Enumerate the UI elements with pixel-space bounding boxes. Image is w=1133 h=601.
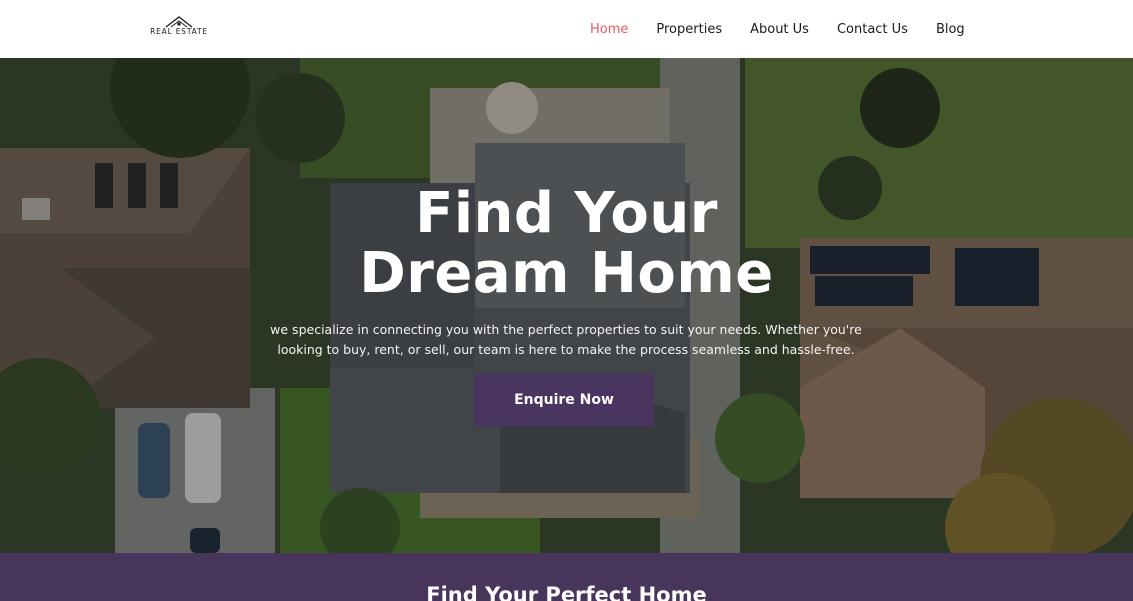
find-home-section: Find Your Perfect Home [0, 553, 1133, 601]
hero-title-line1: Find Your [415, 181, 718, 246]
enquire-now-button[interactable]: Enquire Now [474, 374, 654, 426]
nav-about-us[interactable]: About Us [750, 22, 809, 37]
hero-title: Find Your Dream Home [0, 184, 1133, 304]
site-header: REAL ESTATE Home Properties About Us Con… [0, 0, 1133, 58]
hero-subtitle: we specialize in connecting you with the… [270, 322, 862, 357]
main-nav: Home Properties About Us Contact Us Blog [590, 0, 965, 58]
nav-home[interactable]: Home [590, 22, 628, 37]
hero-section: Find Your Dream Home we specialize in co… [0, 58, 1133, 553]
hero-title-line2: Dream Home [359, 241, 774, 306]
nav-contact-us[interactable]: Contact Us [837, 22, 908, 37]
nav-properties[interactable]: Properties [656, 22, 722, 37]
nav-blog[interactable]: Blog [936, 22, 965, 37]
logo-text: REAL ESTATE [150, 27, 208, 36]
logo[interactable]: REAL ESTATE [146, 16, 212, 40]
section-title: Find Your Perfect Home [426, 583, 707, 601]
